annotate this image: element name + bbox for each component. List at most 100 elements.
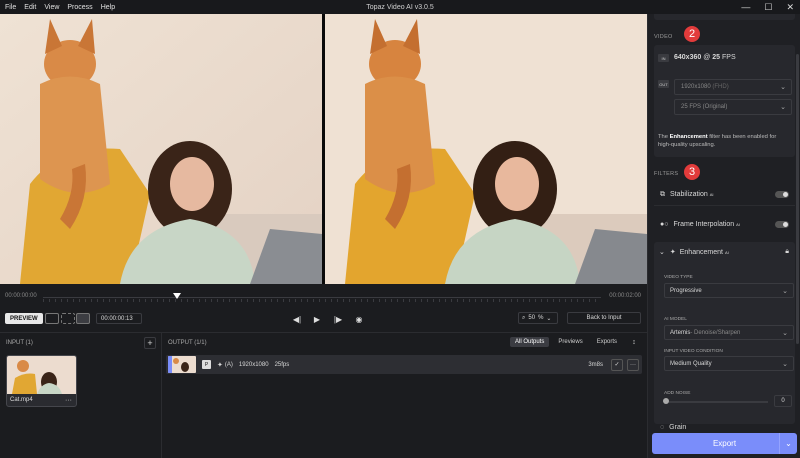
input-panel: INPUT (1) + Cat.mp4 ···: [0, 332, 162, 458]
filter-stabilization[interactable]: ⧉ Stabilization AI: [654, 184, 795, 206]
enhancement-header[interactable]: ⌄ ✦ Enhancement AI: [659, 248, 729, 257]
single-view-icon[interactable]: [45, 313, 59, 324]
stabilization-icon: ⧉: [660, 190, 665, 198]
sidebar-scrollbar[interactable]: [796, 54, 799, 344]
output-resolution-value: 1920x1080: [681, 84, 711, 90]
preview-button[interactable]: PREVIEW: [5, 313, 43, 324]
chevron-down-icon: ⌄: [782, 360, 788, 368]
menu-view[interactable]: View: [44, 4, 59, 11]
menu-edit[interactable]: Edit: [24, 4, 36, 11]
video-type-select[interactable]: Progressive ⌄: [664, 283, 794, 298]
add-input-button[interactable]: +: [144, 337, 156, 349]
enhancement-note: The Enhancement filter has been enabled …: [658, 134, 777, 148]
input-condition-select[interactable]: Medium Quality ⌄: [664, 356, 794, 371]
check-icon[interactable]: ✓: [611, 358, 623, 371]
out-tag: OUT: [658, 80, 669, 88]
output-mode: (A): [224, 361, 233, 368]
chevron-down-icon: ⌄: [546, 315, 552, 322]
side-by-side-view-icon[interactable]: [76, 313, 90, 324]
ai-model-select[interactable]: Artemis - Denoise/Sharpen ⌄: [664, 325, 794, 340]
more-icon[interactable]: ···: [627, 358, 639, 371]
timeline-start: 00:00:00:00: [5, 293, 37, 299]
maximize-button[interactable]: ☐: [764, 2, 772, 13]
menu-process[interactable]: Process: [67, 4, 92, 11]
frame-interpolation-toggle[interactable]: [775, 220, 789, 228]
back-to-input-button[interactable]: Back to Input: [567, 312, 641, 324]
menu-file[interactable]: File: [5, 4, 16, 11]
frame-interpolation-icon: ●○: [660, 220, 669, 228]
input-fps: 25: [712, 54, 721, 61]
zoom-unit: %: [538, 315, 544, 321]
timecode-field[interactable]: 00:00:00:13: [96, 313, 142, 324]
output-tabs: All Outputs Previews Exports: [510, 337, 622, 347]
zoom-icon: ⌕: [522, 314, 526, 321]
add-noise-slider[interactable]: [664, 401, 768, 403]
filters-section-label: FILTERS: [654, 171, 679, 177]
window-controls: — ☐ ✕: [741, 2, 794, 13]
filter-grain[interactable]: ◌ Grain: [654, 420, 795, 434]
input-resolution: 640x360: [674, 54, 702, 61]
next-frame-icon[interactable]: |▶: [332, 313, 344, 325]
video-frame-enhanced: [325, 14, 647, 284]
minimize-button[interactable]: —: [741, 2, 750, 13]
close-button[interactable]: ✕: [786, 2, 794, 13]
chevron-down-icon: ⌄: [780, 84, 786, 91]
input-spec: 640x360 @ 25 FPS: [674, 54, 736, 61]
app-title: Topaz Video AI v3.0.5: [366, 3, 434, 11]
more-icon[interactable]: ···: [65, 397, 72, 404]
menu-bar: File Edit View Process Help: [0, 4, 115, 11]
preview-badge: P: [202, 360, 211, 369]
tab-exports[interactable]: Exports: [592, 337, 622, 347]
timeline[interactable]: 00:00:00:00 00:00:02:00: [0, 284, 647, 310]
video-settings-card: IN 640x360 @ 25 FPS OUT 1920x1080 (FHD) …: [654, 45, 795, 157]
menu-help[interactable]: Help: [101, 4, 115, 11]
chevron-down-icon: ⌄: [782, 329, 788, 337]
output-resolution-select[interactable]: 1920x1080 (FHD) ⌄: [674, 79, 792, 95]
enhancement-card: ⌄ ✦ Enhancement AI 🔒︎ VIDEO TYPE Progres…: [654, 242, 795, 424]
export-options-icon[interactable]: ⌄: [779, 433, 797, 454]
video-viewer[interactable]: [0, 14, 647, 284]
filter-frame-interpolation[interactable]: ●○ Frame Interpolation AI: [654, 213, 795, 235]
output-fps-select[interactable]: 25 FPS (Original) ⌄: [674, 99, 792, 115]
output-fps-value: 25 FPS (Original): [681, 104, 728, 110]
callout-badge-2: 2: [684, 26, 700, 42]
output-duration: 3m8s: [588, 361, 603, 368]
playhead[interactable]: [172, 293, 181, 299]
input-condition-label: INPUT VIDEO CONDITION: [664, 349, 723, 354]
output-fps: 25fps: [274, 361, 290, 368]
output-thumbnail: [168, 356, 196, 373]
filter-stabilization-label: Stabilization: [670, 191, 708, 198]
sparkle-icon: ✦: [669, 249, 676, 256]
loop-icon[interactable]: ◉: [353, 313, 365, 325]
output-row[interactable]: P ✦ (A) 1920x1080 25fps 3m8s ✓ ···: [166, 355, 642, 374]
enhanced-preview[interactable]: [325, 14, 647, 284]
split-view-icon[interactable]: [61, 313, 75, 324]
timeline-track[interactable]: [43, 297, 601, 298]
stabilization-toggle[interactable]: [775, 191, 789, 198]
in-tag: IN: [658, 54, 669, 62]
video-type-label: VIDEO TYPE: [664, 275, 693, 280]
chevron-down-icon: ⌄: [782, 287, 788, 295]
ai-model-label: AI MODEL: [664, 317, 687, 322]
input-file-card[interactable]: Cat.mp4 ···: [6, 355, 77, 407]
playback-controls: PREVIEW 00:00:00:13 ◀| ▶ |▶ ◉ ⌕ 50 % ⌄ B…: [0, 310, 647, 332]
zoom-select[interactable]: ⌕ 50 % ⌄: [518, 312, 558, 324]
tab-previews[interactable]: Previews: [553, 337, 587, 347]
previous-frame-icon[interactable]: ◀|: [291, 313, 303, 325]
output-header: OUTPUT (1/1): [168, 340, 207, 346]
sort-icon[interactable]: ↕: [629, 337, 639, 348]
input-fps-unit: FPS: [722, 54, 736, 61]
filter-grain-label: Grain: [669, 423, 687, 431]
grain-icon: ◌: [660, 423, 665, 431]
original-preview[interactable]: [0, 14, 322, 284]
output-resolution-note: (FHD): [712, 84, 729, 90]
chevron-down-icon[interactable]: ⌄: [659, 248, 665, 256]
input-file-name: Cat.mp4: [10, 397, 33, 403]
export-button[interactable]: Export ⌄: [652, 433, 797, 454]
play-icon[interactable]: ▶: [311, 313, 323, 325]
title-bar: File Edit View Process Help Topaz Video …: [0, 0, 800, 14]
add-noise-slider-handle[interactable]: [663, 398, 669, 404]
tab-all-outputs[interactable]: All Outputs: [510, 337, 550, 347]
add-noise-value[interactable]: 0: [774, 395, 792, 407]
enhancement-title: Enhancement: [679, 248, 723, 256]
